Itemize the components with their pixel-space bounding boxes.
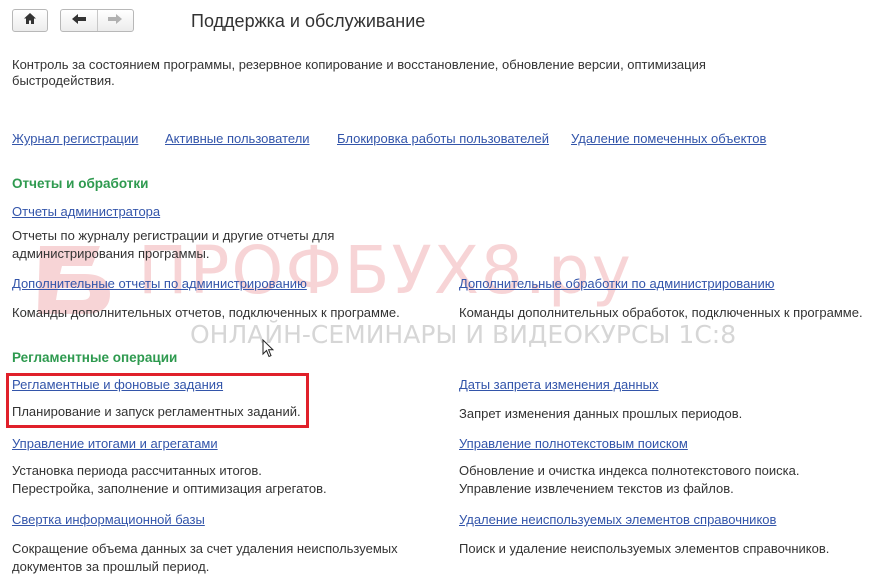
back-arrow-icon (71, 12, 87, 30)
section-heading-reports: Отчеты и обработки (12, 176, 149, 191)
desc-additional-admin-reports: Команды дополнительных отчетов, подключе… (12, 305, 400, 320)
desc-fulltext-search: Обновление и очистка индекса полнотексто… (459, 463, 800, 496)
link-change-prohibition-dates[interactable]: Даты запрета изменения данных (459, 377, 658, 392)
navigation-buttons (60, 9, 134, 32)
link-additional-admin-reports[interactable]: Дополнительные отчеты по администрирован… (12, 276, 307, 291)
page-title: Поддержка и обслуживание (191, 11, 426, 31)
home-icon (23, 12, 37, 30)
desc-totals-aggregates: Установка периода рассчитанных итогов. П… (12, 463, 327, 496)
desc-admin-reports: Отчеты по журналу регистрации и другие о… (12, 228, 335, 261)
forward-arrow-icon (107, 12, 123, 30)
link-fulltext-search[interactable]: Управление полнотекстовым поиском (459, 436, 688, 451)
desc-infobase-collapse: Сокращение объема данных за счет удалени… (12, 541, 398, 574)
link-admin-reports[interactable]: Отчеты администратора (12, 204, 160, 219)
desc-delete-unused-catalog-items: Поиск и удаление неиспользуемых элементо… (459, 541, 830, 556)
mouse-cursor-icon (262, 338, 275, 363)
desc-additional-admin-processing: Команды дополнительных обработок, подклю… (459, 305, 863, 320)
link-additional-admin-processing[interactable]: Дополнительные обработки по администриро… (459, 276, 775, 291)
link-active-users[interactable]: Активные пользователи (165, 131, 310, 146)
home-button[interactable] (12, 9, 48, 32)
page-description: Контроль за состоянием программы, резерв… (12, 57, 706, 88)
back-button[interactable] (61, 10, 97, 31)
highlight-frame (6, 373, 309, 428)
desc-change-prohibition-dates: Запрет изменения данных прошлых периодов… (459, 406, 743, 421)
link-totals-aggregates[interactable]: Управление итогами и агрегатами (12, 436, 218, 451)
link-users-lock[interactable]: Блокировка работы пользователей (337, 131, 549, 146)
link-event-log[interactable]: Журнал регистрации (12, 131, 138, 146)
section-heading-scheduled: Регламентные операции (12, 350, 178, 365)
link-delete-marked-objects[interactable]: Удаление помеченных объектов (571, 131, 766, 146)
link-infobase-collapse[interactable]: Свертка информационной базы (12, 512, 205, 527)
link-delete-unused-catalog-items[interactable]: Удаление неиспользуемых элементов справо… (459, 512, 776, 527)
forward-button[interactable] (96, 10, 134, 31)
